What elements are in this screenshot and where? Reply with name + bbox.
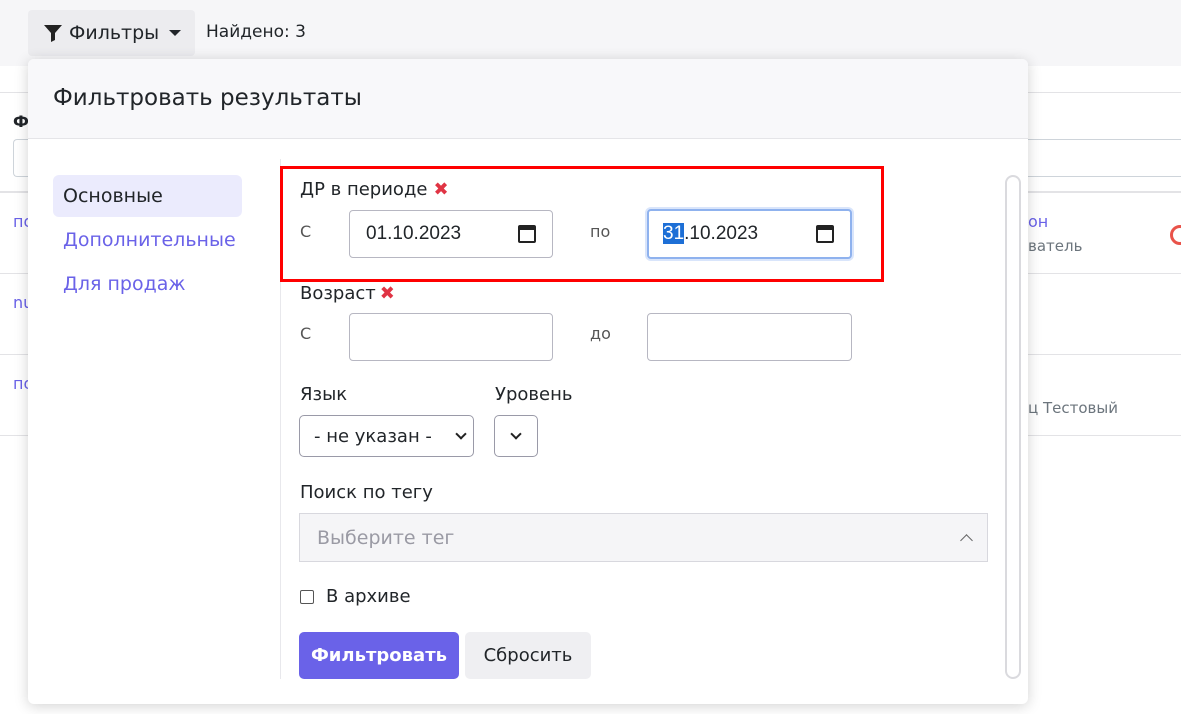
archive-label: В архиве [326,586,411,607]
filters-dropdown-button[interactable]: Фильтры [28,10,195,56]
tag-placeholder: Выберите тег [317,526,455,549]
filter-button[interactable]: Фильтровать [299,632,459,679]
language-selected: - не указан - [314,425,432,447]
tag-search-label: Поиск по тегу [300,482,433,503]
age-from-label: С [300,324,312,343]
age-label: Возраст ✖ [300,283,395,304]
chevron-up-icon [960,534,973,547]
background-row-subtext: ц Тестовый [1028,399,1118,417]
highlight-box [280,166,884,282]
scrollbar[interactable] [1005,175,1021,679]
results-count: Найдено: 3 [206,22,306,42]
filters-label: Фильтры [69,22,160,44]
reset-button[interactable]: Сбросить [465,632,591,679]
clear-icon[interactable]: ✖ [380,283,395,304]
language-label: Язык [300,384,348,405]
level-select[interactable] [494,415,538,457]
tag-select[interactable]: Выберите тег [299,513,988,562]
age-text: Возраст [300,283,376,304]
toolbar: Фильтры Найдено: 3 [0,0,1181,66]
language-select[interactable]: - не указан - [299,415,474,457]
chevron-down-icon [455,428,467,440]
background-column-header: Ф [13,112,29,131]
archive-checkbox-row[interactable]: В архиве [300,586,411,607]
age-to-label: до [590,324,611,343]
funnel-icon [44,25,62,42]
age-from-input[interactable] [349,313,553,361]
sidebar-item-basic[interactable]: Основные [53,175,242,217]
caret-down-icon [169,30,182,36]
filter-sidebar: Основные Дополнительные Для продаж [53,175,242,307]
archive-checkbox[interactable] [300,589,314,604]
chevron-down-icon [510,428,522,440]
filter-popup: Фильтровать результаты Основные Дополнит… [28,59,1028,704]
level-label: Уровень [495,384,573,405]
age-to-input[interactable] [647,313,852,361]
remove-icon[interactable] [1170,225,1181,245]
popup-title: Фильтровать результаты [53,85,362,111]
sidebar-item-sales[interactable]: Для продаж [53,263,242,305]
background-row-link[interactable]: он [1028,212,1048,231]
background-row-subtext: ватель [1028,237,1083,255]
popup-header: Фильтровать результаты [28,59,1028,139]
sidebar-item-additional[interactable]: Дополнительные [53,219,242,261]
